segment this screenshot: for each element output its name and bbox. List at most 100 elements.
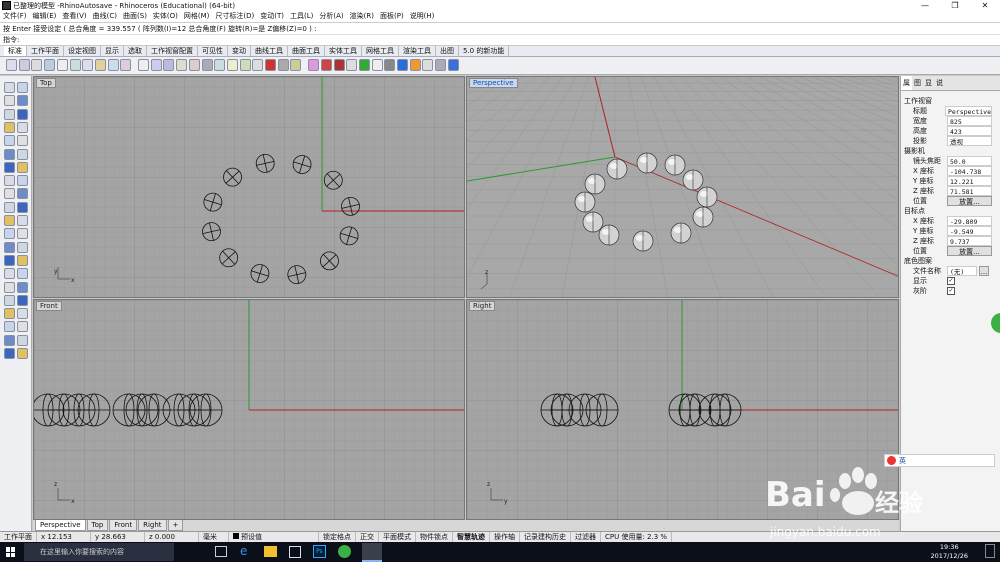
status-layer[interactable]: 预设值 [229, 532, 319, 542]
toolbar-tool-icon[interactable] [252, 59, 264, 71]
toolbar-tool-icon[interactable] [358, 59, 370, 71]
toolbox-tool-icon[interactable] [17, 108, 28, 120]
toolbar-tool-icon[interactable] [44, 59, 56, 71]
filename-field[interactable]: (无) [947, 266, 977, 276]
command-prompt[interactable]: 指令: [0, 34, 1000, 45]
target-z-field[interactable]: 9.737 [947, 236, 992, 246]
menu-render[interactable]: 渲染(R) [350, 11, 374, 22]
panel-tab-help[interactable]: 说 [934, 76, 945, 90]
menu-help[interactable]: 说明(H) [410, 11, 435, 22]
toolbar-tool-icon[interactable] [18, 59, 30, 71]
show-checkbox[interactable]: ✓ [947, 277, 955, 285]
camera-y-field[interactable]: 12.221 [947, 176, 992, 186]
tab-mesh-tools[interactable]: 网格工具 [362, 46, 399, 56]
vptab-front[interactable]: Front [109, 520, 138, 531]
vptab-add-button[interactable]: + [167, 520, 184, 531]
tab-solid-tools[interactable]: 实体工具 [325, 46, 362, 56]
store-icon[interactable] [289, 546, 301, 558]
toolbox-tool-icon[interactable] [4, 95, 15, 107]
toolbox-tool-icon[interactable] [4, 215, 15, 226]
toolbox-tool-icon[interactable] [4, 135, 15, 147]
target-x-field[interactable]: -29.809 [947, 216, 992, 226]
viewport-front-label[interactable]: Front [36, 301, 62, 311]
menu-solid[interactable]: 实体(O) [153, 11, 178, 22]
photoshop-icon[interactable]: Ps [313, 545, 326, 558]
toolbox-tool-icon[interactable] [17, 348, 28, 359]
target-y-field[interactable]: -9.549 [947, 226, 992, 236]
tab-set-view[interactable]: 设定视图 [64, 46, 101, 56]
notification-icon[interactable] [985, 544, 995, 558]
lens-field[interactable]: 50.0 [947, 156, 992, 166]
toolbar-tool-icon[interactable] [346, 59, 358, 71]
toolbox-tool-icon[interactable] [4, 268, 15, 280]
toolbox-tool-icon[interactable] [17, 95, 28, 107]
tab-drafting[interactable]: 出图 [436, 46, 459, 56]
toolbox-tool-icon[interactable] [17, 268, 28, 280]
toolbox-tool-icon[interactable] [4, 108, 15, 120]
toolbar-tool-icon[interactable] [384, 59, 396, 71]
close-button[interactable]: ✕ [970, 0, 1000, 11]
tab-render-tools[interactable]: 渲染工具 [399, 46, 436, 56]
toolbar-tool-icon[interactable] [397, 59, 408, 71]
viewport-perspective[interactable]: Perspective z [466, 76, 899, 298]
toolbar-tool-icon[interactable] [150, 59, 162, 71]
toolbox-tool-icon[interactable] [17, 148, 28, 160]
browse-button[interactable]: ... [979, 266, 989, 276]
toolbox-tool-icon[interactable] [4, 148, 15, 160]
toolbar-tool-icon[interactable] [214, 59, 226, 71]
toolbar-tool-icon[interactable] [201, 59, 213, 71]
panel-tab-properties[interactable]: 属 [901, 76, 912, 90]
status-filter[interactable]: 过滤器 [571, 532, 601, 542]
toolbox-tool-icon[interactable] [4, 175, 15, 187]
toolbar-tool-icon[interactable] [107, 59, 119, 71]
viewport-front[interactable]: Front z x [33, 299, 465, 520]
toolbar-tool-icon[interactable] [56, 59, 68, 71]
viewport-top-label[interactable]: Top [36, 78, 56, 88]
toolbar-tool-icon[interactable] [239, 59, 251, 71]
menu-analyze[interactable]: 分析(A) [319, 11, 343, 22]
toolbox-tool-icon[interactable] [17, 215, 28, 226]
camera-x-field[interactable]: -104.738 [947, 166, 992, 176]
toolbar-tool-icon[interactable] [371, 59, 383, 71]
toolbar-tool-icon[interactable] [82, 59, 94, 71]
vptab-perspective[interactable]: Perspective [35, 520, 86, 531]
status-smarttrack[interactable]: 智慧轨迹 [453, 532, 490, 542]
toolbar-tool-icon[interactable] [6, 59, 17, 71]
toolbox-tool-icon[interactable] [17, 82, 28, 93]
tab-transform[interactable]: 变动 [228, 46, 251, 56]
tab-cplanes[interactable]: 工作平面 [27, 46, 64, 56]
viewport-perspective-label[interactable]: Perspective [469, 78, 518, 88]
toolbox-tool-icon[interactable] [4, 161, 15, 173]
camera-z-field[interactable]: 71.581 [947, 186, 992, 196]
toolbox-tool-icon[interactable] [4, 241, 15, 253]
toolbar-tool-icon[interactable] [422, 59, 434, 71]
grayscale-checkbox[interactable]: ✓ [947, 287, 955, 295]
360-browser-icon[interactable] [338, 545, 351, 558]
tab-viewport-layout[interactable]: 工作视窗配置 [147, 46, 198, 56]
menu-mesh[interactable]: 网格(M) [184, 11, 210, 22]
toolbox-tool-icon[interactable] [4, 321, 15, 333]
toolbox-tool-icon[interactable] [17, 308, 28, 320]
status-ortho[interactable]: 正交 [356, 532, 379, 542]
menu-edit[interactable]: 编辑(E) [33, 11, 57, 22]
tab-select[interactable]: 选取 [124, 46, 147, 56]
menu-dimension[interactable]: 尺寸标注(D) [215, 11, 254, 22]
toolbar-tool-icon[interactable] [320, 59, 332, 71]
status-planar[interactable]: 平面模式 [379, 532, 416, 542]
file-explorer-icon[interactable] [264, 546, 277, 557]
toolbox-tool-icon[interactable] [17, 241, 28, 253]
toolbar-tool-icon[interactable] [120, 59, 132, 71]
toolbar-tool-icon[interactable] [447, 59, 459, 71]
toolbox-tool-icon[interactable] [4, 82, 15, 93]
menu-panels[interactable]: 面板(P) [380, 11, 404, 22]
vptab-right[interactable]: Right [138, 520, 167, 531]
toolbox-tool-icon[interactable] [17, 294, 28, 306]
toolbox-tool-icon[interactable] [4, 121, 15, 133]
edge-browser-icon[interactable]: e [240, 545, 252, 558]
status-gumball[interactable]: 操作轴 [490, 532, 520, 542]
toolbar-tool-icon[interactable] [188, 59, 200, 71]
menu-view[interactable]: 查看(V) [62, 11, 86, 22]
minimize-button[interactable]: — [910, 0, 940, 11]
tab-new-in-v5[interactable]: 5.0 的新功能 [459, 46, 510, 56]
toolbar-tool-icon[interactable] [94, 59, 106, 71]
